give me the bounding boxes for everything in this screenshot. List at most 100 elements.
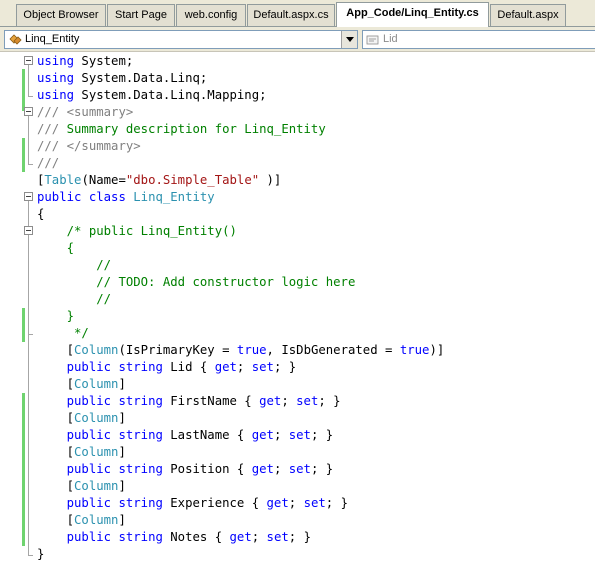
code-token: )] [259,173,282,187]
code-text: // [37,257,111,274]
code-line[interactable]: using System.Data.Linq.Mapping; [0,87,595,104]
code-line[interactable]: [Column] [0,512,595,529]
code-line[interactable]: [Column] [0,478,595,495]
code-text: public string Notes { get; set; } [37,529,311,546]
code-line[interactable]: /// <summary> [0,104,595,121]
code-line[interactable]: // [0,291,595,308]
code-text: using System.Data.Linq; [37,70,207,87]
code-token: Column [74,479,119,493]
chevron-down-icon[interactable] [341,31,357,48]
code-editor[interactable]: using System; using System.Data.Linq; usin… [0,52,595,585]
code-token: <summary> [66,105,134,119]
tab-default-aspx[interactable]: Default.aspx [490,4,566,26]
code-line[interactable]: /// Summary description for Linq_Entity [0,121,595,138]
code-token: string [118,428,163,442]
member-dropdown-value: Lid [383,33,398,45]
code-text: public string Experience { get; set; } [37,495,348,512]
code-token: [ [37,479,75,493]
code-line[interactable]: { [0,240,595,257]
code-line[interactable]: */ [0,325,595,342]
code-token: set [266,530,289,544]
code-line[interactable]: // TODO: Add constructor logic here [0,274,595,291]
code-line[interactable]: public string FirstName { get; set; } [0,393,595,410]
code-line[interactable]: [Column] [0,376,595,393]
code-token: </summary> [66,139,141,153]
type-dropdown[interactable]: Linq_Entity [4,30,358,49]
code-line[interactable]: using System.Data.Linq; [0,70,595,87]
code-token: get [251,428,274,442]
code-token: ] [118,411,126,425]
code-text: /* public Linq_Entity() [37,223,237,240]
code-line[interactable]: public string Notes { get; set; } [0,529,595,546]
code-token: { [66,241,75,255]
code-token: Column [74,513,119,527]
code-line[interactable]: // [0,257,595,274]
code-token: (Name= [81,173,126,187]
code-token: ; } [288,530,311,544]
member-dropdown[interactable]: Lid [362,30,595,49]
code-line[interactable]: public string LastName { get; set; } [0,427,595,444]
tab-web-config[interactable]: web.config [176,4,246,26]
code-line[interactable]: [Column] [0,444,595,461]
tab-object-browser[interactable]: Object Browser [16,4,106,26]
code-token: ; } [325,496,348,510]
code-line[interactable]: public class Linq_Entity [0,189,595,206]
tab-start-page[interactable]: Start Page [107,4,175,26]
code-line[interactable]: } [0,308,595,325]
code-token: // [96,258,112,272]
tab-default-aspx-cs[interactable]: Default.aspx.cs [247,4,335,26]
code-line[interactable]: public string Experience { get; set; } [0,495,595,512]
code-token: Table [44,173,82,187]
code-token: // TODO: Add constructor logic here [96,275,356,289]
code-line[interactable]: [Column(IsPrimaryKey = true, IsDbGenerat… [0,342,595,359]
code-line[interactable]: { [0,206,595,223]
code-text: public string FirstName { get; set; } [37,393,341,410]
code-text: [Table(Name="dbo.Simple_Table" )] [37,172,281,189]
code-line[interactable]: public string Lid { get; set; } [0,359,595,376]
code-text: public string Lid { get; set; } [37,359,297,376]
code-line[interactable]: /// [0,155,595,172]
code-text: /// Summary description for Linq_Entity [37,121,326,138]
code-line[interactable]: using System; [0,53,595,70]
code-line[interactable]: [Table(Name="dbo.Simple_Table" )] [0,172,595,189]
document-tab-strip: Object Browser Start Page web.config Def… [0,0,595,27]
code-token: ; } [310,428,334,442]
code-token: } [37,547,45,561]
code-line[interactable]: [Column] [0,410,595,427]
code-text: public string Position { get; set; } [37,461,334,478]
code-token: true [399,343,430,357]
code-token: string [118,360,163,374]
code-text: [Column] [37,478,126,495]
code-token: ; } [273,360,297,374]
navigation-bar: Linq_Entity Lid [0,27,595,52]
code-text: [Column] [37,376,126,393]
code-token: /// [37,139,60,153]
code-line[interactable]: /// </summary> [0,138,595,155]
code-token: public [66,462,112,476]
code-token: [ [37,343,75,357]
code-line[interactable]: public string Position { get; set; } [0,461,595,478]
code-token: Lid { [162,360,215,374]
code-token: public [66,428,112,442]
code-token: string [118,530,163,544]
code-token: string [118,462,163,476]
code-token: set [251,360,274,374]
code-token: /* public Linq_Entity() [66,224,237,238]
tab-linq-entity-cs[interactable]: App_Code/Linq_Entity.cs [336,2,489,27]
code-token: [ [37,411,75,425]
code-text: [Column] [37,512,126,529]
code-token: /// [37,122,60,136]
code-token: ; } [310,462,334,476]
code-line[interactable]: /* public Linq_Entity() [0,223,595,240]
code-token: { [37,207,45,221]
code-line[interactable]: } [0,546,595,563]
